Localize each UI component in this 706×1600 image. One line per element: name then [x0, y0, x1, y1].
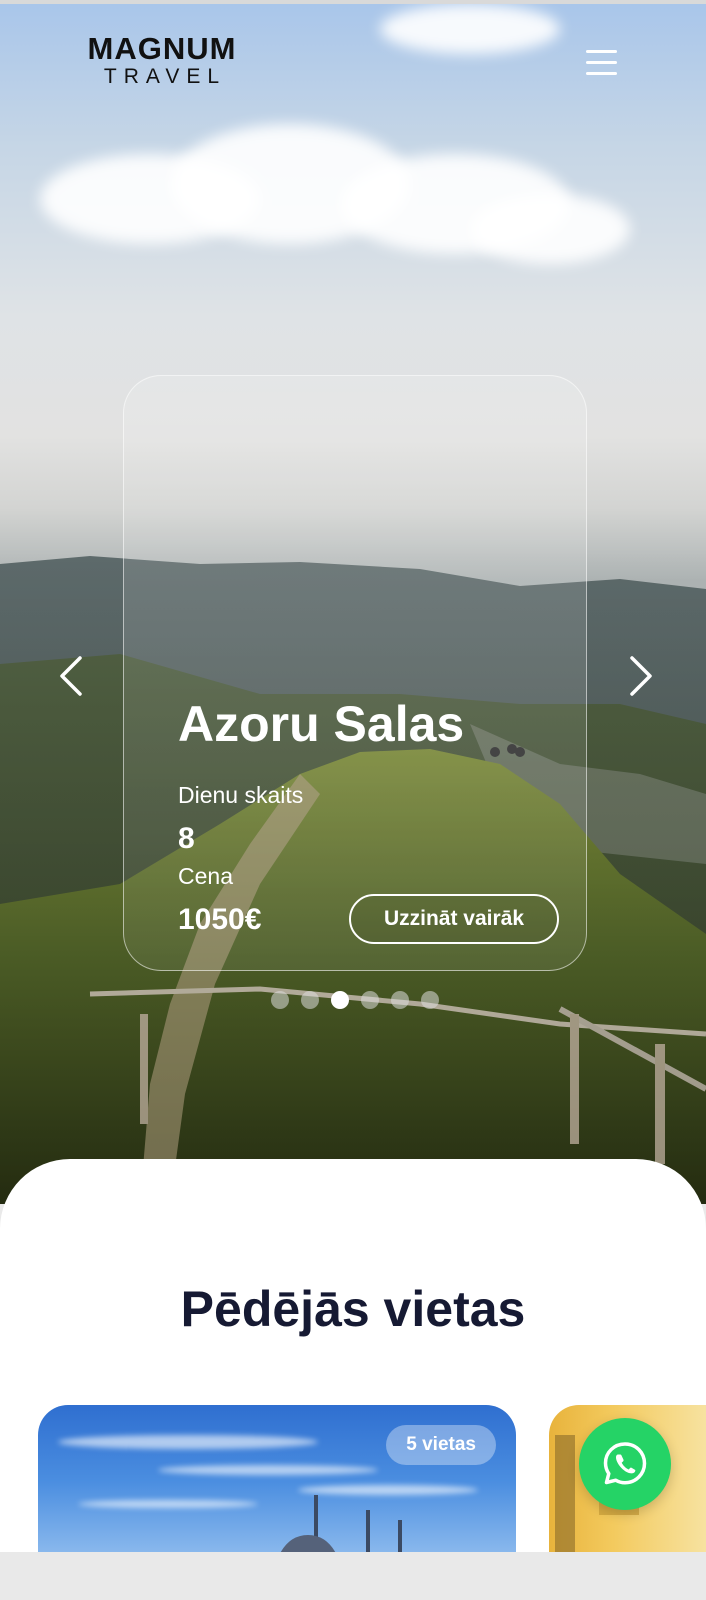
days-value: 8 — [178, 822, 195, 855]
pagination-dot[interactable] — [391, 991, 409, 1009]
learn-more-button[interactable]: Uzzināt vairāk — [349, 894, 559, 944]
chevron-right-icon[interactable] — [618, 650, 662, 702]
destination-slide-card: Azoru Salas Dienu skaits 8 Cena 1050€ Uz… — [123, 375, 587, 971]
price-label: Cena — [178, 863, 233, 889]
price-value: 1050€ — [178, 903, 262, 936]
section-title: Pēdējās vietas — [180, 1281, 526, 1337]
days-label: Dienu skaits — [178, 782, 304, 808]
pagination-dot[interactable] — [421, 991, 439, 1009]
pagination-dot[interactable] — [271, 991, 289, 1009]
places-left-badge: 5 vietas — [386, 1425, 496, 1465]
logo-wordmark-top: MAGNUM — [87, 31, 237, 66]
pagination-dot[interactable] — [301, 991, 319, 1009]
pagination-dot[interactable] — [361, 991, 379, 1009]
browser-top-line — [0, 0, 706, 4]
browser-bottom-bar — [0, 1552, 706, 1600]
pagination-dot-active[interactable] — [331, 991, 349, 1009]
hero-slider: MAGNUM TRAVEL Azoru Salas Dienu skaits 8… — [0, 4, 706, 1204]
brand-logo[interactable]: MAGNUM TRAVEL — [76, 31, 248, 90]
destination-card[interactable]: 5 vietas — [38, 1405, 516, 1552]
hamburger-menu-icon[interactable] — [586, 48, 618, 78]
carousel-pagination — [271, 991, 439, 1011]
slide-title: Azoru Salas — [178, 696, 465, 752]
logo-wordmark-bottom: TRAVEL — [103, 65, 227, 88]
chevron-left-icon[interactable] — [50, 650, 94, 702]
whatsapp-icon[interactable] — [579, 1418, 671, 1510]
mosque-illustration — [280, 1495, 402, 1552]
page-viewport: MAGNUM TRAVEL Azoru Salas Dienu skaits 8… — [0, 0, 706, 1552]
